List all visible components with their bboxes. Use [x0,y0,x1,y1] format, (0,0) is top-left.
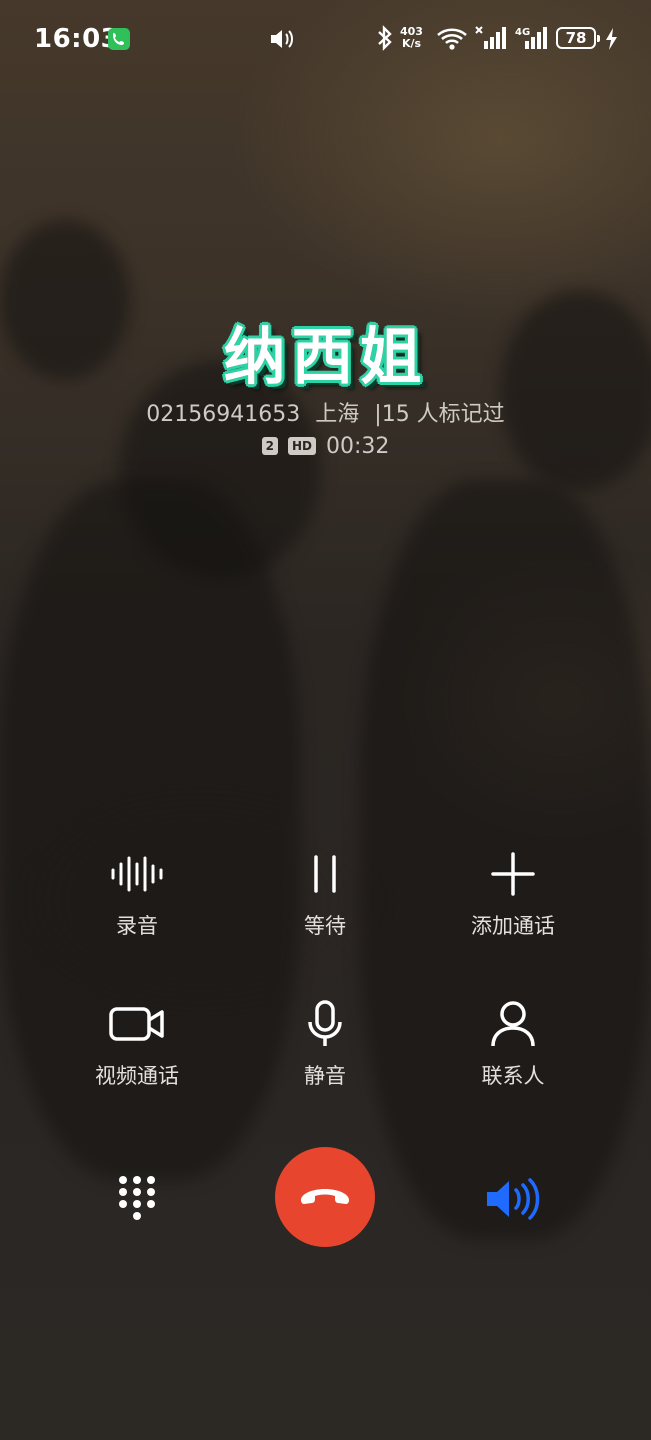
dialpad-icon [119,1176,155,1220]
volume-status-icon [268,26,298,56]
contacts-button[interactable]: 联系人 [423,1000,603,1090]
person-icon [423,1000,603,1048]
wifi-icon [436,26,468,56]
add-call-label: 添加通话 [471,914,555,938]
contacts-label: 联系人 [481,1064,545,1088]
signal-sim1-icon [474,25,508,55]
dialpad-button[interactable] [118,1175,156,1225]
status-time: 16:03 [34,24,120,54]
bluetooth-icon [376,25,394,55]
microphone-icon [235,1000,415,1048]
charging-icon [603,26,619,56]
waveform-icon [47,850,227,898]
call-duration: 00:32 [325,434,390,459]
caller-name: 纳西姐 [223,320,428,393]
caller-number: 02156941653 [146,402,301,427]
caller-details: 02156941653 上海 |15 人标记过 [0,396,651,428]
video-call-label: 视频通话 [95,1064,179,1088]
caller-tag: |15 人标记过 [374,402,505,427]
add-call-button[interactable]: 添加通话 [423,850,603,940]
ongoing-call-icon[interactable] [108,28,130,50]
network-speed: 403 K/s [400,26,423,50]
network-type-label: 4G [515,27,530,38]
hd-badge: HD [287,437,316,455]
mute-label: 静音 [304,1064,346,1088]
record-button[interactable]: 录音 [47,850,227,940]
network-speed-unit: K/s [401,37,422,50]
status-bar: 16:03 403 K/s 4G 78 [0,0,651,80]
video-call-button[interactable]: 视频通话 [47,1000,227,1090]
call-info: 2 HD 00:32 [0,434,651,459]
video-camera-icon [47,1000,227,1048]
plus-icon [423,850,603,898]
speaker-icon [487,1178,540,1220]
caller-location: 上海 [315,402,360,427]
hang-up-icon [301,1189,349,1204]
hold-label: 等待 [304,914,346,938]
end-call-button[interactable] [275,1147,375,1247]
pause-icon [235,850,415,898]
sim-slot-badge: 2 [261,437,278,455]
signal-sim2-icon: 4G [515,25,549,55]
mute-button[interactable]: 静音 [235,1000,415,1090]
speaker-button[interactable] [484,1177,542,1225]
hold-button[interactable]: 等待 [235,850,415,940]
record-label: 录音 [116,914,158,938]
battery-indicator: 78 [556,27,600,49]
